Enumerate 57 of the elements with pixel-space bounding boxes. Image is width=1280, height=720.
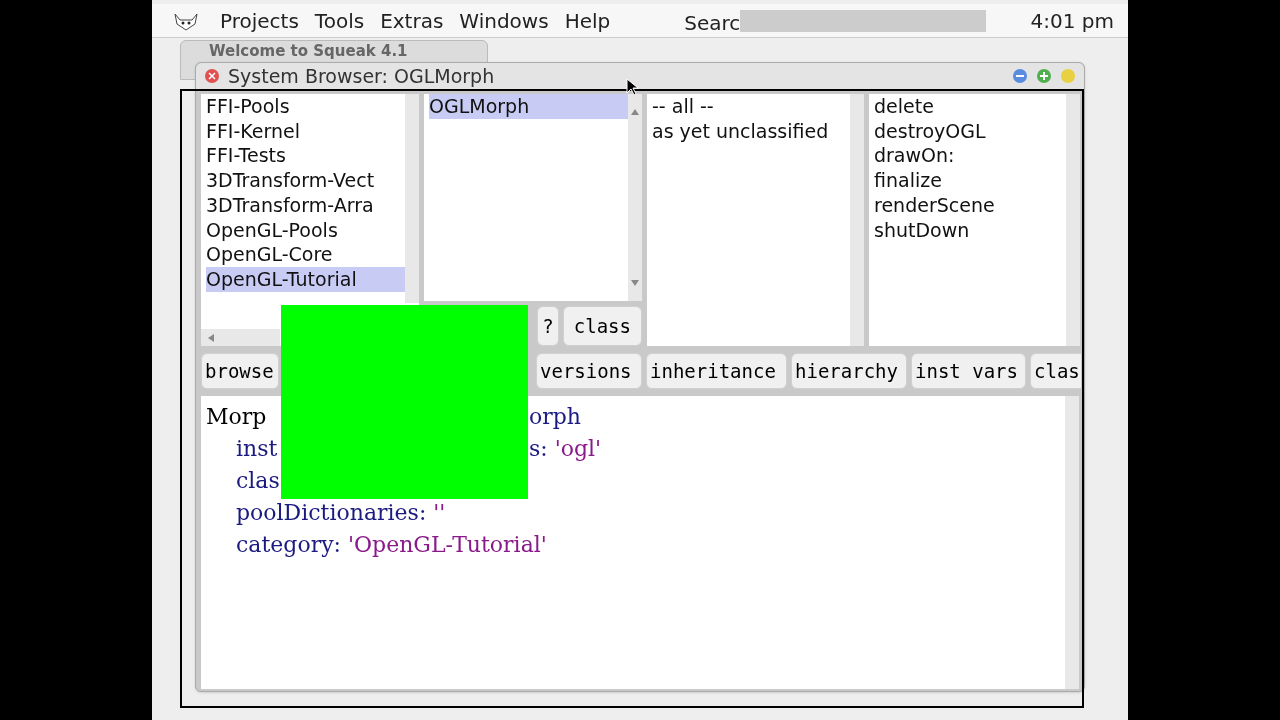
list-item[interactable]: -- all -- <box>652 94 850 119</box>
button[interactable]: browse <box>201 353 279 389</box>
list-item[interactable]: OpenGL-Core <box>206 242 405 267</box>
scrollbar[interactable] <box>628 94 642 301</box>
code-text: s: <box>529 434 549 463</box>
button[interactable]: class <box>562 306 642 346</box>
scrollbar[interactable] <box>850 94 864 346</box>
menu-item[interactable]: Windows <box>451 5 557 36</box>
search-label: Searc <box>684 9 741 37</box>
window-title: System Browser: OGLMorph <box>228 63 495 89</box>
button[interactable]: inheritance <box>646 353 787 389</box>
cursor-icon <box>626 78 638 96</box>
down-arrow-icon[interactable] <box>630 279 640 287</box>
list-item[interactable]: FFI-Tests <box>206 143 405 169</box>
list-item[interactable]: FFI-Pools <box>206 94 405 119</box>
code-text: Morp <box>206 402 267 431</box>
menu-item[interactable]: Help <box>556 5 619 36</box>
window-title: Welcome to Squeak 4.1 <box>209 41 408 61</box>
menu-item[interactable]: Projects <box>212 5 307 36</box>
list-item[interactable]: OpenGL-Tutorial <box>206 266 405 292</box>
list-item[interactable]: OGLMorph <box>429 94 628 119</box>
list-item[interactable]: FFI-Kernel <box>206 118 405 144</box>
list-item[interactable]: 3DTransform-Arra <box>206 192 405 218</box>
code-text: '' <box>433 498 446 527</box>
code-text: category: <box>236 530 342 559</box>
code-text: 'OpenGL-Tutorial' <box>348 530 547 559</box>
list-item[interactable]: drawOn: <box>874 143 1066 169</box>
code-text: poolDictionaries: <box>236 498 428 527</box>
clock: 4:01 pm <box>1030 7 1114 35</box>
code-text: 'ogl' <box>554 434 602 463</box>
search-field[interactable] <box>740 9 987 32</box>
up-arrow-icon[interactable] <box>630 108 640 116</box>
list-item[interactable]: delete <box>874 94 1066 119</box>
code-text: clas <box>236 466 280 495</box>
list-item[interactable]: renderScene <box>874 192 1066 218</box>
menu-item[interactable]: Extras <box>372 5 452 36</box>
button[interactable]: versions <box>536 353 642 389</box>
list-item[interactable]: shutDown <box>874 217 1066 243</box>
code-text: orph <box>529 402 581 431</box>
button[interactable]: ? <box>537 306 559 346</box>
expand-icon[interactable] <box>1036 68 1052 84</box>
scrollbar[interactable] <box>201 329 280 346</box>
close-icon[interactable] <box>204 68 220 84</box>
collapse-icon[interactable] <box>1012 68 1028 84</box>
button[interactable]: hierarchy <box>791 353 907 389</box>
list-item[interactable]: as yet unclassified <box>652 118 850 144</box>
scrollbar[interactable] <box>1066 94 1080 346</box>
menu-item[interactable]: Tools <box>306 5 373 36</box>
button[interactable]: clas <box>1030 353 1081 389</box>
scrollbar[interactable] <box>405 94 419 303</box>
list-item[interactable]: 3DTransform-Vect <box>206 168 405 193</box>
scrollbar[interactable] <box>1065 396 1079 689</box>
code-text: inst <box>236 434 278 463</box>
list-item[interactable]: OpenGL-Pools <box>206 217 405 243</box>
button[interactable]: inst vars <box>911 353 1026 389</box>
list-item[interactable]: destroyOGL <box>874 118 1066 144</box>
list-item[interactable]: finalize <box>874 168 1066 193</box>
